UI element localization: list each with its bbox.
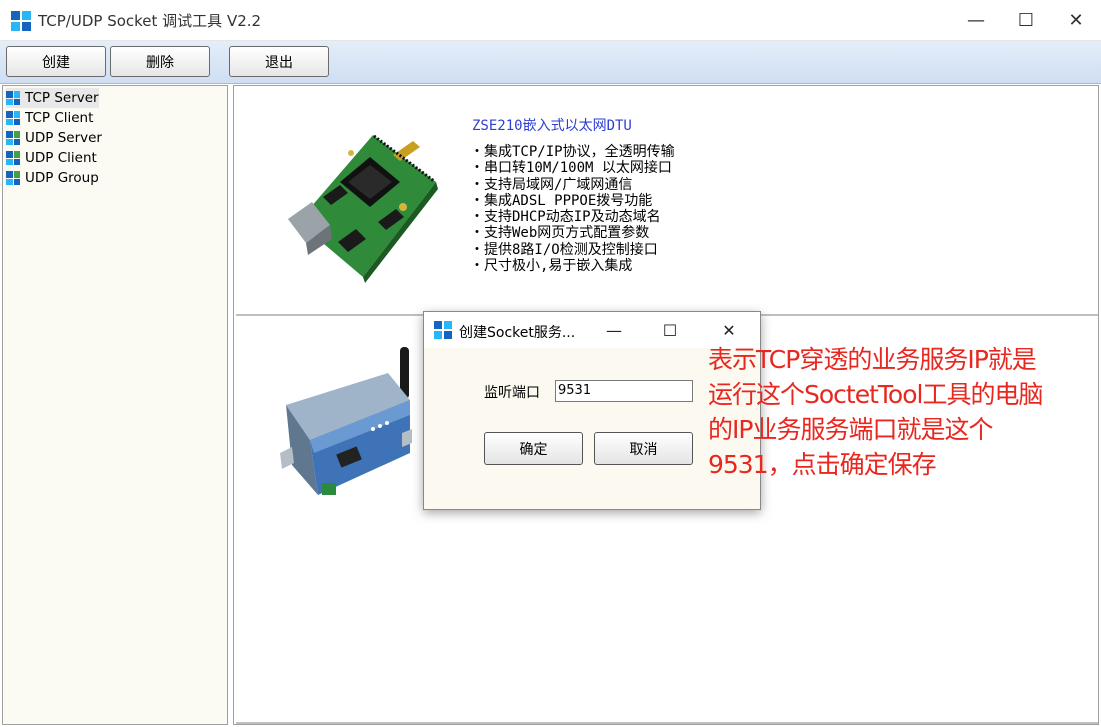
dialog-minimize-button[interactable]: —	[589, 312, 639, 348]
node-icon	[6, 131, 20, 145]
ok-button[interactable]: 确定	[484, 432, 583, 465]
feature-item: ・集成ADSL PPPOE拨号功能	[470, 192, 653, 209]
annotation-line: 运行这个SoctetTool工具的电脑	[708, 380, 1043, 409]
annotation-line: 的IP业务服务端口就是这个	[708, 415, 993, 444]
tree-item-label: UDP Group	[25, 170, 99, 186]
cancel-button[interactable]: 取消	[594, 432, 693, 465]
feature-item: ・集成TCP/IP协议，全透明传输	[470, 144, 675, 160]
window-title: TCP/UDP Socket 调试工具 V2.2	[38, 12, 262, 30]
maximize-button[interactable]: ☐	[1001, 0, 1051, 40]
tree-item-label: UDP Server	[25, 130, 102, 146]
listen-port-label: 监听端口	[484, 385, 540, 401]
feature-item: ・支持DHCP动态IP及动态域名	[470, 209, 661, 226]
annotation-text: 表示TCP穿透的业务服务IP就是 运行这个SoctetTool工具的电脑 的IP…	[708, 342, 1098, 482]
tree-item-label: UDP Client	[25, 150, 97, 166]
listen-port-input[interactable]: 9531	[555, 380, 693, 402]
delete-button[interactable]: 删除	[110, 46, 210, 77]
tree-item-label: TCP Server	[25, 90, 99, 106]
feature-item: ・支持Web网页方式配置参数	[470, 225, 650, 242]
tree-item-tcp-client[interactable]: TCP Client	[6, 108, 93, 128]
node-icon	[6, 91, 20, 105]
dialog-app-icon	[434, 321, 452, 339]
annotation-line: 9531，点击确定保存	[708, 450, 937, 479]
pane-divider	[236, 722, 1098, 724]
feature-list: ・集成TCP/IP协议，全透明传输 ・串口转10M/100M 以太网接口 ・支持…	[470, 144, 675, 274]
tree-item-udp-group[interactable]: UDP Group	[6, 168, 99, 188]
node-icon	[6, 151, 20, 165]
toolbar: 创建 删除 退出	[0, 41, 1101, 84]
app-icon	[11, 11, 31, 31]
circuit-board-image	[278, 127, 442, 283]
tree-item-udp-client[interactable]: UDP Client	[6, 148, 97, 168]
window-titlebar: TCP/UDP Socket 调试工具 V2.2 — ☐ ✕	[0, 0, 1101, 41]
feature-item: ・支持局域网/广域网通信	[470, 176, 633, 193]
product-title: ZSE210嵌入式以太网DTU	[472, 118, 632, 134]
feature-item: ・串口转10M/100M 以太网接口	[470, 160, 672, 177]
tree-item-udp-server[interactable]: UDP Server	[6, 128, 102, 148]
node-icon	[6, 111, 20, 125]
feature-item: ・提供8路I/O检测及控制接口	[470, 241, 658, 258]
tree-item-label: TCP Client	[25, 110, 94, 126]
tree-item-tcp-server[interactable]: TCP Server	[6, 88, 99, 108]
exit-button[interactable]: 退出	[229, 46, 329, 77]
dtu-device-image	[278, 345, 412, 503]
feature-item: ・尺寸极小,易于嵌入集成	[470, 258, 633, 275]
dialog-maximize-button[interactable]: ☐	[645, 312, 695, 348]
dialog-title: 创建Socket服务...	[459, 325, 576, 341]
create-button[interactable]: 创建	[6, 46, 106, 77]
close-button[interactable]: ✕	[1051, 0, 1101, 40]
node-icon	[6, 171, 20, 185]
socket-tree: TCP Server TCP Client UDP Server UDP Cli…	[2, 85, 228, 725]
minimize-button[interactable]: —	[951, 0, 1001, 40]
annotation-line: 表示TCP穿透的业务服务IP就是	[708, 345, 1037, 374]
